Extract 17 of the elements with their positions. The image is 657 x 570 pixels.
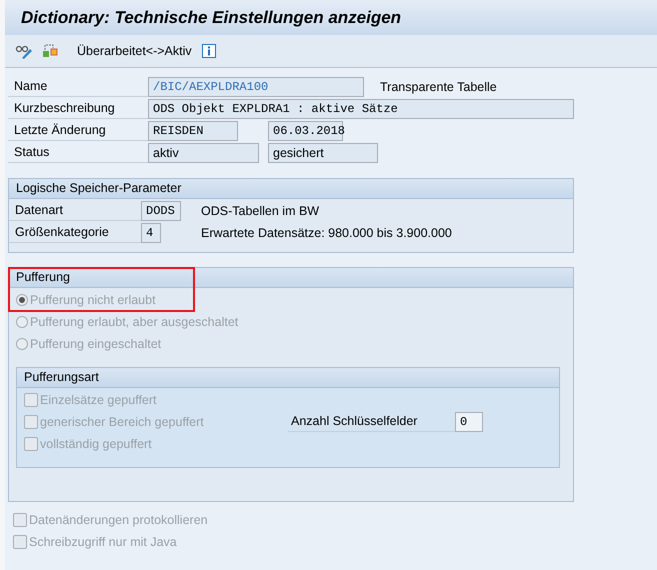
- input-field[interactable]: ODS Objekt EXPLDRA1 : aktive Sätze: [148, 99, 574, 119]
- input-field[interactable]: REISDEN: [148, 121, 238, 141]
- group-title: Pufferungsart: [17, 368, 559, 388]
- input-field[interactable]: aktiv: [148, 143, 259, 163]
- input-field[interactable]: /BIC/AEXPLDRA100: [148, 77, 364, 97]
- field-text: Erwartete Datensätze: 980.000 bis 3.900.000: [201, 224, 452, 242]
- input-field[interactable]: 06.03.2018: [268, 121, 343, 141]
- input-field[interactable]: 0: [455, 412, 483, 432]
- group-title: Pufferung: [9, 268, 573, 288]
- input-field[interactable]: DODS: [141, 201, 181, 221]
- field-text: ODS-Tabellen im BW: [201, 202, 320, 220]
- input-field[interactable]: gesichert: [268, 143, 378, 163]
- window-title: Dictionary: Technische Einstellungen anzeigen: [5, 0, 657, 35]
- field-text: Transparente Tabelle: [380, 78, 497, 96]
- group-title: Logische Speicher-Parameter: [9, 179, 573, 199]
- input-field[interactable]: 4: [141, 223, 161, 243]
- toggle-button[interactable]: Überarbeitet<->Aktiv: [75, 42, 194, 60]
